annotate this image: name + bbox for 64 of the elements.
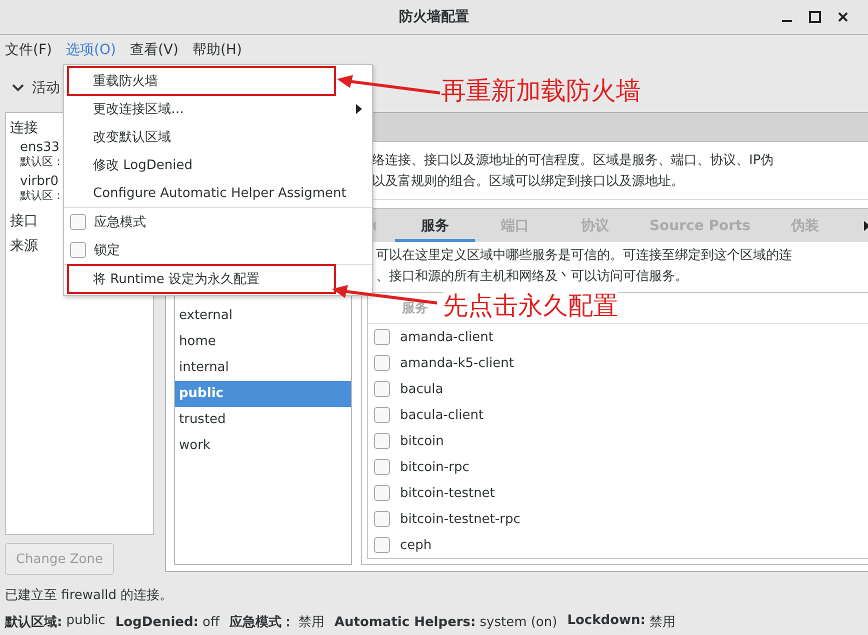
menu-item[interactable]: 选项(O) [66, 40, 116, 58]
status-value: 禁用 [649, 614, 676, 631]
service-name: amanda-k5-client [400, 356, 514, 370]
checkbox[interactable] [70, 214, 86, 230]
service-name: bitcoin-testnet [400, 486, 495, 500]
maximize-icon[interactable] [809, 11, 821, 23]
status-label: LogDenied: [115, 614, 198, 630]
window-title: 防火墙配置 [399, 8, 469, 26]
submenu-arrow-icon [356, 104, 362, 114]
description-text: 络连接、接口以及源地址的可信程度。区域是服务、端口、协议、IP伪 [372, 152, 775, 170]
menu-item[interactable]: 查看(V) [130, 40, 178, 58]
service-name: bitcoin-testnet-rpc [400, 512, 520, 526]
checkbox[interactable] [374, 537, 390, 553]
description-text: 以及富规则的组合。区域可以绑定到接口以及源地址。 [372, 173, 685, 192]
checkbox[interactable] [374, 381, 390, 397]
menu-item[interactable]: 将 Runtime 设定为永久配置 [93, 270, 260, 288]
zone-item[interactable]: external [175, 303, 351, 329]
status-label: Lockdown: [567, 613, 646, 630]
connection-name[interactable]: virbr0 [20, 175, 59, 189]
checkbox[interactable] [374, 407, 390, 423]
menu-item[interactable]: 文件(F) [5, 40, 52, 58]
status-value: system (on) [480, 614, 558, 630]
status-label: 默认区域: [5, 614, 62, 631]
menu-item[interactable]: 修改 LogDenied [93, 156, 192, 174]
status-label: Automatic Helpers: [334, 614, 476, 630]
annotation-text: 先点击永久配置 [443, 291, 618, 321]
description-text: 、接口和源的所有主机和网络及丶可以访问可信服务。 [376, 268, 689, 286]
menu-item[interactable]: 锁定 [94, 241, 120, 259]
checkbox[interactable] [374, 459, 390, 475]
status-value: off [202, 614, 220, 630]
checkbox[interactable] [374, 329, 390, 345]
zone-item[interactable]: home [175, 329, 351, 355]
service-name: amanda-client [400, 330, 494, 344]
checkbox[interactable] [374, 485, 390, 501]
service-name: bacula [400, 382, 444, 396]
checkbox[interactable] [374, 355, 390, 371]
status-value: public [66, 613, 106, 630]
chevron-down-icon[interactable] [12, 84, 24, 92]
annotation-text: 再重新加载防火墙 [441, 75, 641, 107]
status-message: 已建立至 firewalld 的连接。 [4, 587, 174, 605]
status-label: 应急模式： [229, 614, 294, 631]
service-name: ceph [400, 538, 432, 552]
zone-item[interactable]: work [175, 433, 351, 459]
menu-item[interactable]: 帮助(H) [192, 40, 242, 58]
checkbox[interactable] [70, 242, 86, 258]
checkbox[interactable] [374, 511, 390, 527]
service-name: bitcoin [400, 434, 444, 448]
connection-name[interactable]: ens33 [20, 141, 60, 155]
menu-item[interactable]: 应急模式 [94, 213, 146, 231]
checkbox[interactable] [374, 433, 390, 449]
menu-item[interactable]: Configure Automatic Helper Assigment [93, 186, 346, 200]
menu-item[interactable]: 更改连接区域… [93, 100, 184, 118]
zone-item[interactable]: internal [175, 355, 351, 381]
connection-zone: 默认区： [20, 189, 64, 203]
service-name: bitcoin-rpc [400, 460, 470, 474]
status-value: 禁用 [298, 614, 324, 631]
description-text: 可以在这里定义区域中哪些服务是可信的。可连接至绑定到这个区域的连 [376, 247, 793, 265]
menu-item[interactable]: 重载防火墙 [93, 72, 158, 90]
close-icon[interactable] [837, 11, 849, 23]
section-header[interactable]: 活动 [32, 79, 60, 97]
connection-zone: 默认区： [20, 155, 64, 169]
menu-item[interactable]: 改变默认区域 [93, 128, 171, 146]
service-name: bacula-client [400, 408, 484, 422]
zone-item[interactable]: trusted [175, 407, 351, 433]
